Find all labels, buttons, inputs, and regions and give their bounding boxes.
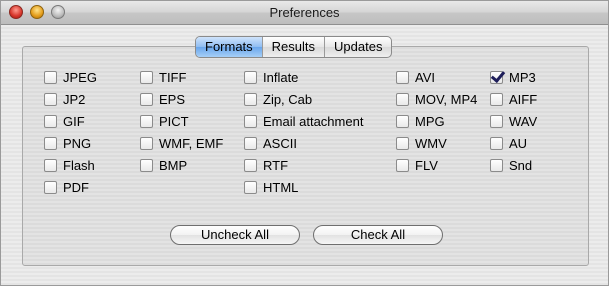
uncheck-all-button[interactable]: Uncheck All [170,225,300,245]
checkbox-wmf-emf[interactable] [140,136,153,150]
tab-bar: Formats Results Updates [195,36,393,58]
format-option-html[interactable]: HTML [244,179,298,195]
format-option-wmv[interactable]: WMV [396,135,447,151]
checkbox-label: EPS [159,91,186,107]
format-option-wmf-emf[interactable]: WMF, EMF [140,135,223,151]
checkbox-label: PNG [63,135,92,151]
checkbox-snd[interactable] [490,158,503,172]
format-option-flv[interactable]: FLV [396,157,438,173]
checkbox-eps[interactable] [140,92,153,106]
format-option-au[interactable]: AU [490,135,527,151]
format-option-png[interactable]: PNG [44,135,91,151]
preferences-window: Preferences Formats Results Updates JPEG… [0,0,609,286]
checkbox-label: FLV [415,157,438,173]
format-option-rtf[interactable]: RTF [244,157,288,173]
checkbox-bmp[interactable] [140,158,153,172]
checkbox-label: JPEG [63,69,97,85]
tab-formats[interactable]: Formats [196,37,263,57]
format-option-jpeg[interactable]: JPEG [44,69,97,85]
checkbox-flash[interactable] [44,158,57,172]
checkbox-label: PDF [63,179,89,195]
checkbox-avi[interactable] [396,70,409,84]
checkbox-pict[interactable] [140,114,153,128]
checkbox-html[interactable] [244,180,257,194]
checkbox-label: PICT [159,113,189,129]
checkbox-jp2[interactable] [44,92,57,106]
format-option-pdf[interactable]: PDF [44,179,89,195]
checkbox-label: WAV [509,113,538,129]
checkbox-label: AIFF [509,91,538,107]
checkbox-label: AVI [415,69,435,85]
checkbox-label: WMF, EMF [159,135,224,151]
checkbox-label: HTML [263,179,299,195]
checkbox-label: BMP [159,157,188,173]
checkbox-au[interactable] [490,136,503,150]
format-option-inflate[interactable]: Inflate [244,69,298,85]
checkbox-label: JP2 [63,91,86,107]
checkbox-label: TIFF [159,69,187,85]
format-option-mov-mp4[interactable]: MOV, MP4 [396,91,477,107]
checkbox-label: GIF [63,113,85,129]
format-option-jp2[interactable]: JP2 [44,91,85,107]
checkbox-label: Flash [63,157,95,173]
checkbox-zip-cab[interactable] [244,92,257,106]
format-option-pict[interactable]: PICT [140,113,189,129]
format-option-flash[interactable]: Flash [44,157,95,173]
tab-results[interactable]: Results [263,37,326,57]
checkbox-ascii[interactable] [244,136,257,150]
format-option-bmp[interactable]: BMP [140,157,187,173]
checkbox-label: ASCII [263,135,297,151]
checkbox-aiff[interactable] [490,92,503,106]
checkbox-pdf[interactable] [44,180,57,194]
checkbox-mov-mp4[interactable] [396,92,409,106]
format-option-snd[interactable]: Snd [490,157,532,173]
checkbox-gif[interactable] [44,114,57,128]
format-option-mp3[interactable]: MP3 [490,69,536,85]
checkbox-label: RTF [263,157,289,173]
window-title: Preferences [269,5,340,20]
checkbox-flv[interactable] [396,158,409,172]
format-option-zip-cab[interactable]: Zip, Cab [244,91,312,107]
checkbox-rtf[interactable] [244,158,257,172]
checkbox-png[interactable] [44,136,57,150]
checkbox-tiff[interactable] [140,70,153,84]
checkbox-label: MPG [415,113,445,129]
checkbox-label: MP3 [509,69,536,85]
title-bar[interactable]: Preferences [1,1,608,25]
format-option-gif[interactable]: GIF [44,113,85,129]
checkbox-label: WMV [415,135,447,151]
checkbox-jpeg[interactable] [44,70,57,84]
format-option-ascii[interactable]: ASCII [244,135,297,151]
format-option-tiff[interactable]: TIFF [140,69,186,85]
format-option-email-attachment[interactable]: Email attachment [244,113,363,129]
checkbox-email-attachment[interactable] [244,114,257,128]
format-option-mpg[interactable]: MPG [396,113,445,129]
tab-updates[interactable]: Updates [325,37,391,57]
checkbox-label: Inflate [263,69,299,85]
format-option-avi[interactable]: AVI [396,69,435,85]
checkbox-label: Email attachment [263,113,364,129]
checkbox-label: MOV, MP4 [415,91,478,107]
format-option-aiff[interactable]: AIFF [490,91,537,107]
checkbox-wmv[interactable] [396,136,409,150]
checkbox-mp3[interactable] [490,70,503,84]
checkbox-inflate[interactable] [244,70,257,84]
format-option-eps[interactable]: EPS [140,91,185,107]
checkbox-label: Snd [509,157,533,173]
format-option-wav[interactable]: WAV [490,113,537,129]
checkbox-wav[interactable] [490,114,503,128]
checkbox-label: Zip, Cab [263,91,313,107]
checkbox-label: AU [509,135,528,151]
checkbox-mpg[interactable] [396,114,409,128]
check-all-button[interactable]: Check All [313,225,443,245]
